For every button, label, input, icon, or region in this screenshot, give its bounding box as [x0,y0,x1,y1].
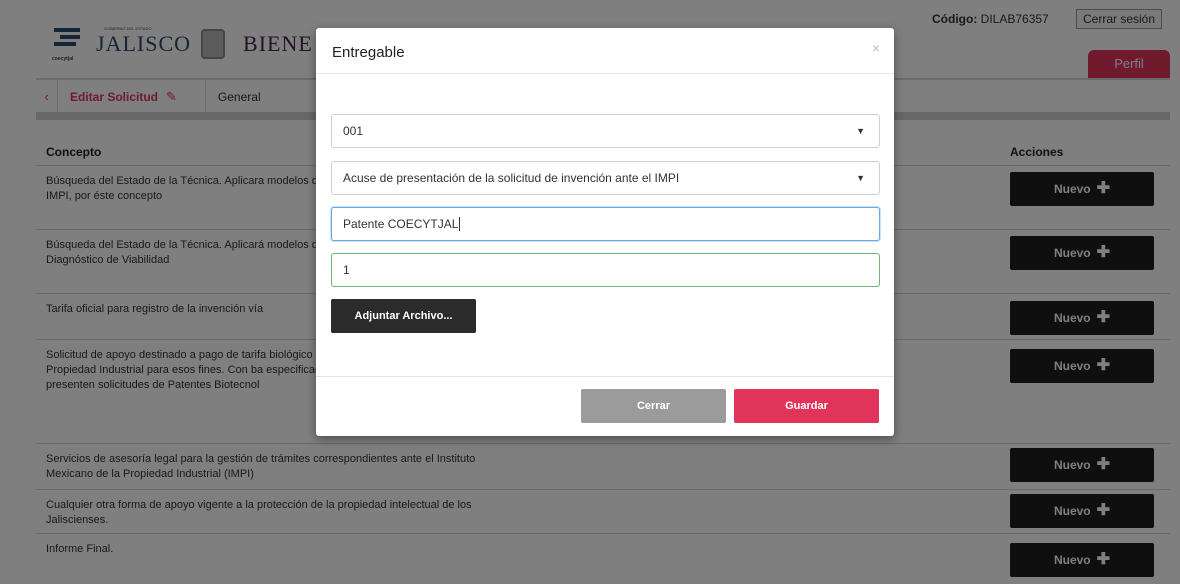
quantity-input[interactable]: 1 [331,253,880,287]
modal-title: Entregable [332,44,405,61]
attach-file-button[interactable]: Adjuntar Archivo... [331,299,476,333]
description-input-value: Patente COECYTJAL [343,217,459,231]
modal-header: Entregable × [316,28,894,74]
entregable-modal: Entregable × 001 ▼ Acuse de presentación… [316,28,894,436]
save-button[interactable]: Guardar [734,389,879,423]
caret-down-icon: ▼ [856,126,865,136]
select-entregable-number[interactable]: 001 ▼ [331,114,880,148]
close-button[interactable]: Cerrar [581,389,726,423]
select-entregable-number-value: 001 [343,124,364,138]
text-cursor: ​ [459,217,461,231]
caret-down-icon: ▼ [856,173,865,183]
quantity-input-value: 1 [343,263,350,277]
modal-footer-divider [316,376,894,377]
description-input[interactable]: Patente COECYTJAL​ [331,207,880,241]
select-entregable-type[interactable]: Acuse de presentación de la solicitud de… [331,161,880,195]
close-icon[interactable]: × [872,40,880,56]
select-entregable-type-value: Acuse de presentación de la solicitud de… [343,171,680,185]
